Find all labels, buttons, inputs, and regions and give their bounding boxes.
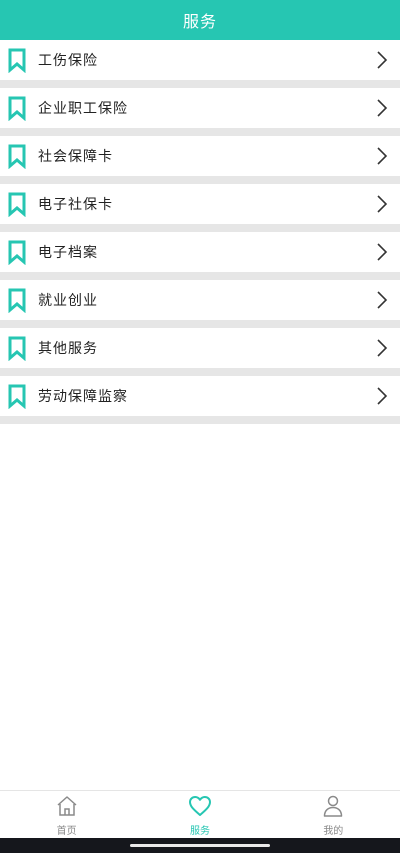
chevron-right-icon <box>377 195 388 213</box>
list-item[interactable]: 企业职工保险 <box>0 88 400 136</box>
chevron-right-icon <box>377 51 388 69</box>
chevron-right-icon <box>377 387 388 405</box>
list-item[interactable]: 劳动保障监察 <box>0 376 400 424</box>
list-item[interactable]: 电子档案 <box>0 232 400 280</box>
tab-mine-label: 我的 <box>323 826 344 837</box>
list-item[interactable]: 其他服务 <box>0 328 400 376</box>
page-title: 服务 <box>182 12 217 31</box>
list-item[interactable]: 工伤保险 <box>0 40 400 88</box>
bookmark-icon <box>8 336 26 361</box>
chevron-right-icon <box>377 243 388 261</box>
tab-home[interactable]: 首页 <box>0 791 133 838</box>
bookmark-icon <box>8 144 26 169</box>
list-item-label: 劳动保障监察 <box>38 389 128 405</box>
list-item[interactable]: 社会保障卡 <box>0 136 400 184</box>
bookmark-icon <box>8 384 26 409</box>
user-icon <box>324 795 343 817</box>
tab-home-label: 首页 <box>56 826 77 837</box>
tab-service[interactable]: 服务 <box>133 791 266 838</box>
chevron-right-icon <box>377 147 388 165</box>
list-item[interactable]: 电子社保卡 <box>0 184 400 232</box>
list-item-label: 企业职工保险 <box>38 101 128 117</box>
bookmark-icon <box>8 288 26 313</box>
list-item-label: 就业创业 <box>38 293 98 309</box>
list-item-label: 电子社保卡 <box>38 197 113 213</box>
heart-icon <box>188 796 211 816</box>
home-indicator-bar <box>0 838 400 853</box>
service-list: 工伤保险 企业职工保险 社会保障卡 电子社保卡 电子档案 就业创业 其他服务 劳… <box>0 40 400 424</box>
home-indicator[interactable] <box>130 844 270 847</box>
bookmark-icon <box>8 240 26 265</box>
list-item-label: 社会保障卡 <box>38 149 113 165</box>
bookmark-icon <box>8 192 26 217</box>
chevron-right-icon <box>377 99 388 117</box>
bookmark-icon <box>8 48 26 73</box>
list-item-label: 其他服务 <box>38 341 98 357</box>
page-header: 服务 <box>0 0 400 40</box>
home-icon <box>57 796 77 816</box>
chevron-right-icon <box>377 291 388 309</box>
bookmark-icon <box>8 96 26 121</box>
chevron-right-icon <box>377 339 388 357</box>
tab-service-label: 服务 <box>189 826 210 837</box>
list-item-label: 工伤保险 <box>38 53 98 69</box>
list-item[interactable]: 就业创业 <box>0 280 400 328</box>
tab-mine[interactable]: 我的 <box>267 791 400 838</box>
list-item-label: 电子档案 <box>38 245 98 261</box>
bottom-tab-bar: 首页 服务 我的 <box>0 790 400 838</box>
